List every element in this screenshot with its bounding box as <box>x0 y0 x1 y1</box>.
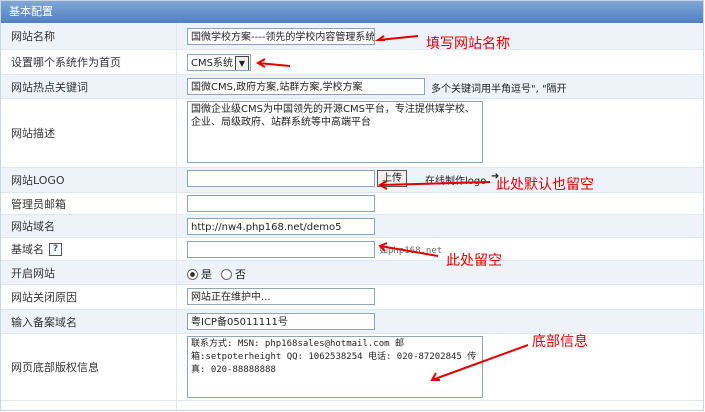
section-header: 基本配置 <box>1 1 703 23</box>
row-base-domain: 基域名 ? 如php168.net <box>1 238 703 261</box>
base-domain-label-text: 基域名 <box>11 243 44 256</box>
label-icp: 输入备案域名 <box>1 310 177 333</box>
row-open-site: 开启网站 是 否 <box>1 261 703 285</box>
label-domain: 网站域名 <box>1 215 177 237</box>
admin-email-input[interactable] <box>187 195 375 212</box>
domain-input[interactable]: http://nw4.php168.net/demo5 <box>187 218 375 235</box>
row-site-name: 网站名称 国微学校方案----领先的学校内容管理系统 <box>1 23 703 50</box>
row-close-reason: 网站关闭原因 网站正在维护中... <box>1 285 703 310</box>
label-admin-email: 管理员邮箱 <box>1 193 177 214</box>
label-site-name: 网站名称 <box>1 23 177 49</box>
label-keywords: 网站热点关键词 <box>1 75 177 98</box>
label-footer: 网页底部版权信息 <box>1 334 177 400</box>
label-open-site: 开启网站 <box>1 261 177 284</box>
row-domain: 网站域名 http://nw4.php168.net/demo5 <box>1 215 703 238</box>
close-reason-input[interactable]: 网站正在维护中... <box>187 288 375 305</box>
row-next <box>1 401 703 410</box>
note-site-name: 填写网站名称 <box>426 36 510 52</box>
row-description: 网站描述 国微企业级CMS为中国领先的开源CMS平台，专注提供媒学校、企业、局级… <box>1 99 703 168</box>
row-home-system: 设置哪个系统作为首页 CMS系统 ▼ <box>1 50 703 75</box>
footer-textarea[interactable]: 联系方式: MSN: php168sales@hotmail.com 邮箱:se… <box>187 336 483 398</box>
site-name-input[interactable]: 国微学校方案----领先的学校内容管理系统 <box>187 28 375 45</box>
keywords-hint: 多个关键词用半角逗号", "隔开 <box>431 84 567 95</box>
open-site-radios: 是 否 <box>187 266 246 282</box>
icp-input[interactable]: 粤ICP备05011111号 <box>187 313 375 330</box>
label-home-system: 设置哪个系统作为首页 <box>1 50 177 74</box>
row-icp: 输入备案域名 粤ICP备05011111号 <box>1 310 703 334</box>
dropdown-arrow-icon[interactable]: ▼ <box>235 56 249 70</box>
note-footer: 底部信息 <box>532 334 588 350</box>
radio-yes-label: 是 <box>201 268 212 281</box>
note-logo: 此处默认也留空 <box>496 177 594 193</box>
row-admin-email: 管理员邮箱 <box>1 193 703 215</box>
home-system-value: CMS系统 <box>191 58 233 69</box>
label-close-reason: 网站关闭原因 <box>1 285 177 309</box>
note-base-domain: 此处留空 <box>446 253 502 269</box>
base-domain-input[interactable] <box>187 241 375 258</box>
make-logo-link[interactable]: 在线制作logo <box>425 172 486 187</box>
radio-no-label: 否 <box>235 268 246 281</box>
help-icon[interactable]: ? <box>49 242 62 256</box>
label-logo: 网站LOGO <box>1 168 177 192</box>
description-textarea[interactable]: 国微企业级CMS为中国领先的开源CMS平台，专注提供媒学校、企业、局级政府、站群… <box>187 101 483 163</box>
radio-no[interactable] <box>221 268 232 280</box>
row-logo: 网站LOGO 上传 在线制作logo ➜ <box>1 168 703 193</box>
base-domain-hint: 如php168.net <box>379 246 443 256</box>
home-system-select[interactable]: CMS系统 ▼ <box>187 54 251 71</box>
label-base-domain: 基域名 ? <box>1 238 177 260</box>
row-footer: 网页底部版权信息 联系方式: MSN: php168sales@hotmail.… <box>1 334 703 401</box>
label-description: 网站描述 <box>1 99 177 167</box>
row-keywords: 网站热点关键词 国微CMS,政府方案,站群方案,学校方案 多个关键词用半角逗号"… <box>1 75 703 99</box>
settings-panel: 基本配置 网站名称 国微学校方案----领先的学校内容管理系统 设置哪个系统作为… <box>0 0 704 411</box>
keywords-input[interactable]: 国微CMS,政府方案,站群方案,学校方案 <box>187 78 425 95</box>
logo-input[interactable] <box>187 170 375 187</box>
upload-button[interactable]: 上传 <box>377 170 407 187</box>
section-title: 基本配置 <box>9 5 53 18</box>
label-next <box>1 401 177 410</box>
radio-yes[interactable] <box>187 268 198 280</box>
